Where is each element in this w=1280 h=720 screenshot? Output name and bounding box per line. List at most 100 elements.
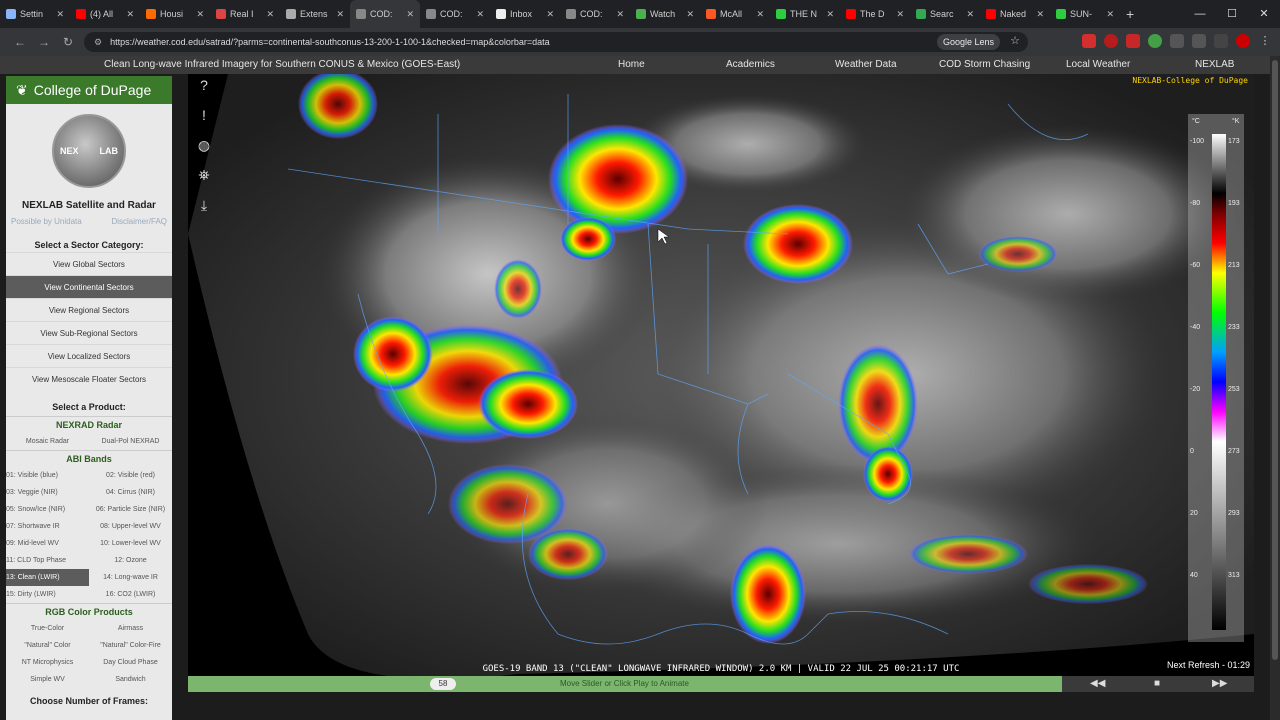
rgb-product-link[interactable]: Simple WV	[6, 671, 89, 688]
abi-band-link[interactable]: 08: Upper-level WV	[89, 518, 172, 535]
tab-close-icon[interactable]: ✕	[1106, 9, 1114, 20]
browser-tab[interactable]: Inbox ✕	[490, 0, 560, 28]
tab-close-icon[interactable]: ✕	[266, 9, 274, 20]
google-lens-button[interactable]: Google Lens	[936, 34, 1000, 50]
browser-tab[interactable]: Extens ✕	[280, 0, 350, 28]
abi-band-link[interactable]: 06: Particle Size (NIR)	[89, 501, 172, 518]
browser-tab[interactable]: Watch ✕	[630, 0, 700, 28]
sidepanel-icon[interactable]	[1192, 34, 1206, 48]
browser-tab[interactable]: Searc ✕	[910, 0, 980, 28]
browser-tab[interactable]: McAll ✕	[700, 0, 770, 28]
site-info-icon[interactable]: ⚙	[94, 37, 102, 48]
dualpol-nexrad-link[interactable]: Dual-Pol NEXRAD	[89, 433, 172, 450]
browser-tab[interactable]: COD: ✕	[560, 0, 630, 28]
browser-tab[interactable]: COD: ✕	[350, 0, 420, 28]
extensions-puzzle-icon[interactable]	[1170, 34, 1184, 48]
sector-item[interactable]: View Localized Sectors	[6, 344, 172, 367]
browser-tab[interactable]: SUN- ✕	[1050, 0, 1120, 28]
rgb-product-link[interactable]: "Natural" Color-Fire	[89, 637, 172, 654]
scrollbar-thumb[interactable]	[1272, 60, 1278, 660]
abi-band-link[interactable]: 16: CO2 (LWIR)	[89, 586, 172, 603]
extension-icon[interactable]	[1104, 34, 1118, 48]
tab-close-icon[interactable]: ✕	[336, 9, 344, 20]
abi-band-link[interactable]: 07: Shortwave IR	[6, 518, 89, 535]
abi-band-link[interactable]: 01: Visible (blue)	[6, 467, 89, 484]
mosaic-radar-link[interactable]: Mosaic Radar	[6, 433, 89, 450]
nav-link-storm-chasing[interactable]: COD Storm Chasing	[939, 59, 1030, 70]
tab-close-icon[interactable]: ✕	[896, 9, 904, 20]
maximize-icon[interactable]: ☐	[1216, 0, 1248, 28]
sector-item[interactable]: View Global Sectors	[6, 252, 172, 275]
satellite-icon[interactable]: ⛯	[190, 166, 218, 184]
stop-button[interactable]: ■	[1154, 678, 1160, 689]
browser-tab[interactable]: The D ✕	[840, 0, 910, 28]
menu-kebab-icon[interactable]: ⋮	[1258, 34, 1272, 48]
abi-band-link[interactable]: 12: Ozone	[89, 552, 172, 569]
new-tab-button[interactable]: +	[1126, 6, 1134, 22]
address-bar[interactable]: ⚙ https://weather.cod.edu/satrad/?parms=…	[84, 32, 1028, 52]
sector-item[interactable]: View Mesoscale Floater Sectors	[6, 367, 172, 390]
abi-band-link[interactable]: 05: Snow/Ice (NIR)	[6, 501, 89, 518]
alert-icon[interactable]: !	[190, 106, 218, 124]
reload-icon[interactable]: ↻	[56, 35, 80, 49]
forward-icon[interactable]: →	[32, 35, 56, 49]
browser-tab[interactable]: THE N ✕	[770, 0, 840, 28]
back-icon[interactable]: ←	[8, 35, 32, 49]
nav-link-weather-data[interactable]: Weather Data	[835, 59, 897, 70]
tab-close-icon[interactable]: ✕	[1036, 9, 1044, 20]
browser-tab[interactable]: (4) All ✕	[70, 0, 140, 28]
tab-close-icon[interactable]: ✕	[686, 9, 694, 20]
disclaimer-link[interactable]: Disclaimer/FAQ	[111, 217, 167, 226]
rgb-product-link[interactable]: Airmass	[89, 620, 172, 637]
abi-band-link[interactable]: 02: Visible (red)	[89, 467, 172, 484]
close-window-icon[interactable]: ✕	[1248, 0, 1280, 28]
rgb-product-link[interactable]: True-Color	[6, 620, 89, 637]
tab-close-icon[interactable]: ✕	[406, 9, 414, 20]
sector-item[interactable]: View Regional Sectors	[6, 298, 172, 321]
minimize-icon[interactable]: —	[1184, 0, 1216, 28]
rgb-product-link[interactable]: Day Cloud Phase	[89, 654, 172, 671]
unidata-link[interactable]: Possible by Unidata	[11, 217, 82, 226]
tab-close-icon[interactable]: ✕	[56, 9, 64, 20]
abi-band-link[interactable]: 11: CLD Top Phase	[6, 552, 89, 569]
animation-slider[interactable]: 58 Move Slider or Click Play to Animate …	[188, 676, 1254, 692]
nav-link-local-weather[interactable]: Local Weather	[1066, 59, 1130, 70]
nav-link-academics[interactable]: Academics	[726, 59, 775, 70]
browser-tab[interactable]: Housi ✕	[140, 0, 210, 28]
abi-band-link[interactable]: 03: Veggie (NIR)	[6, 484, 89, 501]
profile-avatar[interactable]	[1236, 34, 1250, 48]
abi-band-link[interactable]: 09: Mid-level WV	[6, 535, 89, 552]
url-text[interactable]: https://weather.cod.edu/satrad/?parms=co…	[110, 37, 550, 47]
browser-tab[interactable]: COD: ✕	[420, 0, 490, 28]
sector-item[interactable]: View Sub-Regional Sectors	[6, 321, 172, 344]
extension-icon[interactable]	[1126, 34, 1140, 48]
tab-close-icon[interactable]: ✕	[196, 9, 204, 20]
rgb-product-link[interactable]: NT Microphysics	[6, 654, 89, 671]
rgb-product-link[interactable]: Sandwich	[89, 671, 172, 688]
forward-button[interactable]: ▶▶	[1212, 678, 1227, 689]
nav-link-home[interactable]: Home	[618, 59, 645, 70]
tab-close-icon[interactable]: ✕	[616, 9, 624, 20]
rgb-product-link[interactable]: "Natural" Color	[6, 637, 89, 654]
help-icon[interactable]: ?	[190, 76, 218, 94]
rewind-button[interactable]: ◀◀	[1090, 678, 1105, 689]
nav-link-nexlab[interactable]: NEXLAB	[1195, 59, 1234, 70]
browser-tab[interactable]: Naked ✕	[980, 0, 1050, 28]
abi-band-link[interactable]: 15: Dirty (LWIR)	[6, 586, 89, 603]
browser-tab[interactable]: Real I ✕	[210, 0, 280, 28]
tab-close-icon[interactable]: ✕	[476, 9, 484, 20]
cod-brand[interactable]: ❦ College of DuPage	[6, 76, 172, 104]
page-scrollbar[interactable]	[1270, 56, 1280, 720]
bookmark-star-icon[interactable]: ☆	[1010, 34, 1020, 47]
tab-close-icon[interactable]: ✕	[126, 9, 134, 20]
sector-item[interactable]: View Continental Sectors	[6, 275, 172, 298]
download-icon[interactable]: ⤓	[190, 196, 218, 214]
abi-band-link[interactable]: 14: Long-wave IR	[89, 569, 172, 586]
tab-close-icon[interactable]: ✕	[546, 9, 554, 20]
abi-band-link[interactable]: 10: Lower-level WV	[89, 535, 172, 552]
abi-band-link[interactable]: 04: Cirrus (NIR)	[89, 484, 172, 501]
abi-band-link[interactable]: 13: Clean (LWIR)	[6, 569, 89, 586]
tab-close-icon[interactable]: ✕	[756, 9, 764, 20]
extension-icon[interactable]	[1148, 34, 1162, 48]
satellite-image[interactable]: NEXLAB-College of DuPage °C °K -100 173 -8…	[188, 74, 1254, 684]
